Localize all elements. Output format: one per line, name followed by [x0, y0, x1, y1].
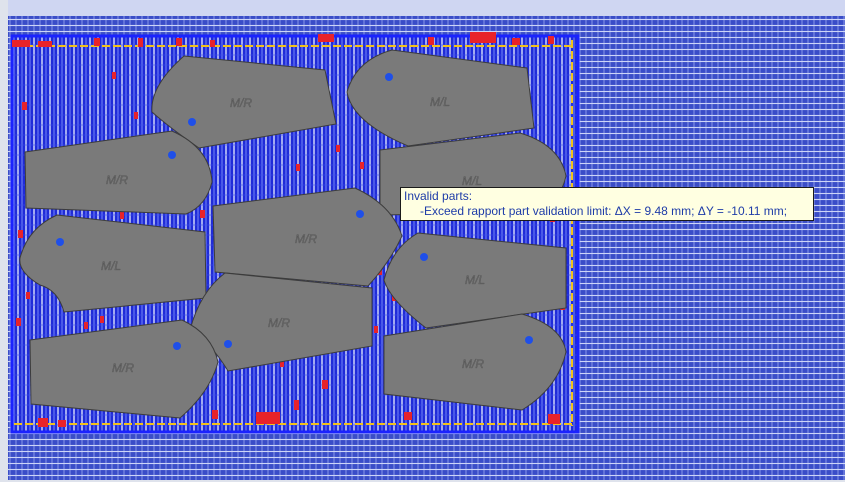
- tooltip-detail: -Exceed rapport part validation limit: Δ…: [420, 204, 788, 218]
- fabric-canvas[interactable]: M/R M/L M/R M/L M/R M/L M/L M/R M/R M/R …: [0, 0, 845, 482]
- part-label: M/R: [106, 173, 128, 187]
- grain-point: [168, 151, 176, 159]
- part-label: M/R: [230, 96, 252, 110]
- grain-point: [420, 253, 428, 261]
- part-label: M/R: [295, 232, 317, 246]
- fabric-light-band: [8, 0, 845, 16]
- grain-point: [56, 238, 64, 246]
- grain-point: [356, 210, 364, 218]
- part-label: M/L: [430, 95, 450, 109]
- grain-point: [525, 336, 533, 344]
- part-label: M/R: [112, 361, 134, 375]
- validation-tooltip: Invalid parts: -Exceed rapport part vali…: [400, 187, 814, 221]
- part-label: M/L: [465, 273, 485, 287]
- part-label: M/R: [268, 316, 290, 330]
- tooltip-title: Invalid parts:: [404, 189, 473, 203]
- part-label: M/L: [462, 174, 482, 188]
- grain-point: [385, 73, 393, 81]
- pattern-piece[interactable]: M/R: [212, 187, 403, 287]
- marker-layout[interactable]: M/R M/L M/R M/L M/R M/L M/L M/R M/R M/R: [0, 0, 845, 482]
- grain-point: [188, 118, 196, 126]
- grain-point: [173, 342, 181, 350]
- part-label: M/R: [462, 357, 484, 371]
- grain-point: [224, 340, 232, 348]
- part-label: M/L: [101, 259, 121, 273]
